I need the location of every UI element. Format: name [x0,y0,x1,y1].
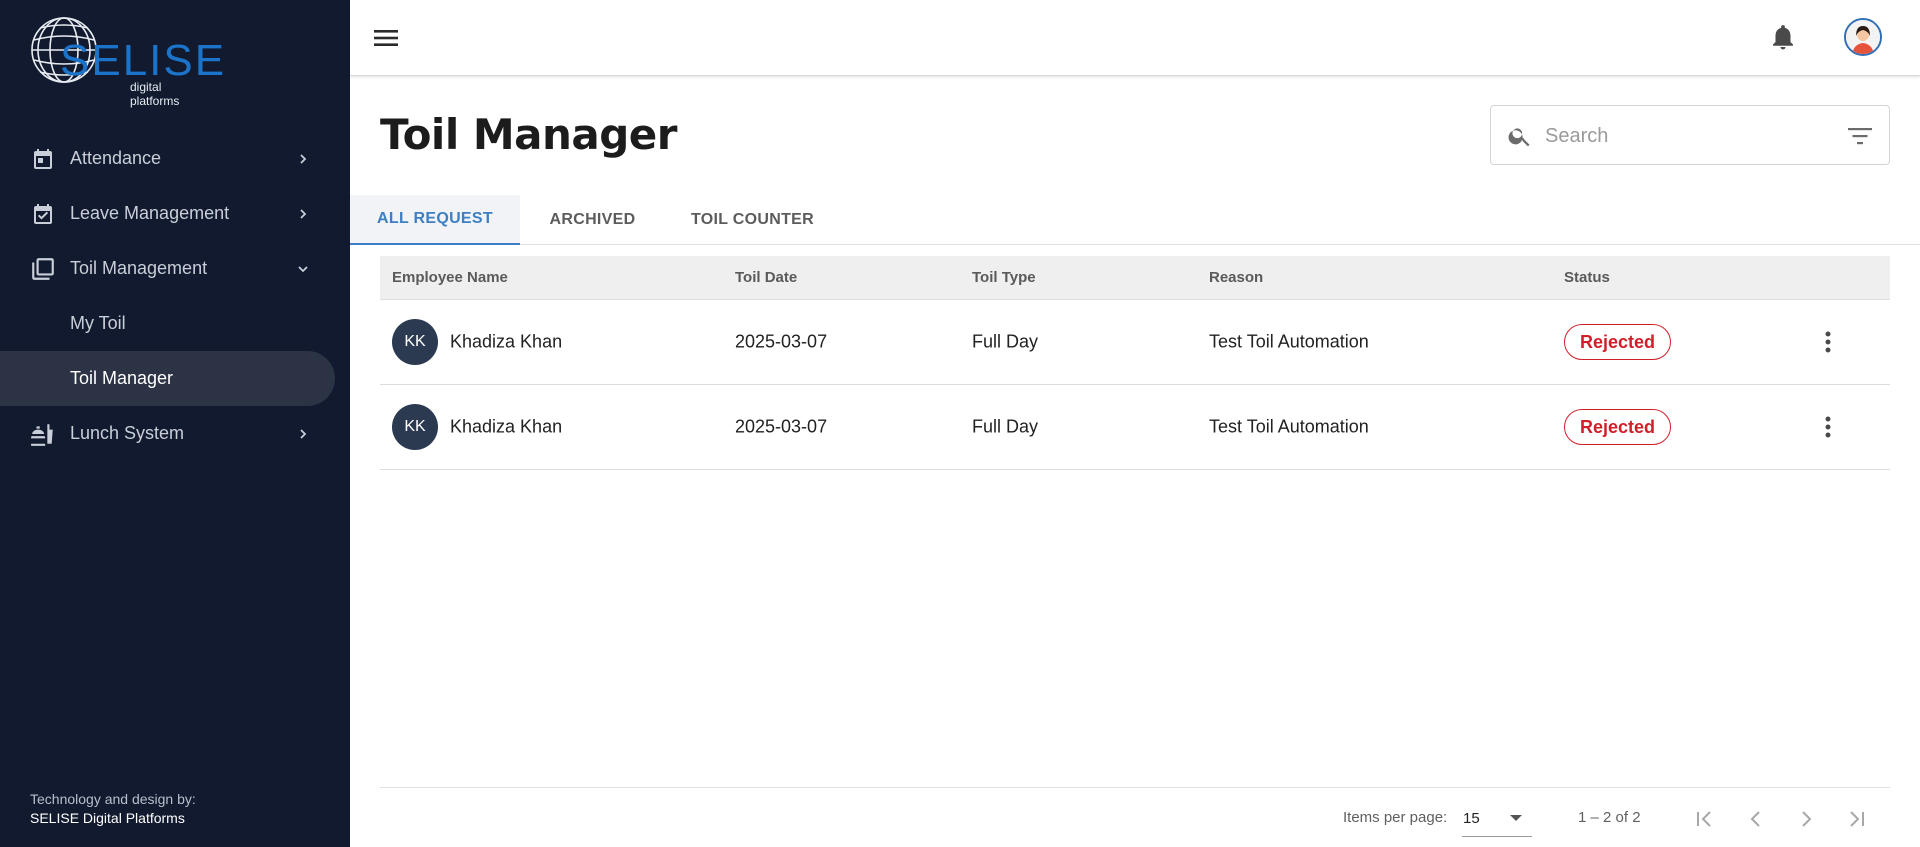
calendar-check-icon [30,201,56,227]
sidebar-item-my-toil[interactable]: My Toil [0,296,350,351]
status-badge: Rejected [1564,324,1672,360]
topbar [350,0,1920,76]
chevron-right-icon [296,427,310,441]
brand-name: SELISE [60,36,227,85]
employee-name: Khadiza Khan [450,416,563,437]
sidebar-item-leave-management[interactable]: Leave Management [0,186,350,241]
bell-icon[interactable] [1768,22,1798,52]
search-box [1490,105,1890,165]
credit: Technology and design by: SELISE Digital… [30,790,196,828]
logo[interactable]: SELISE digital platforms [30,14,224,108]
sidebar-item-attendance[interactable]: Attendance [0,131,350,186]
items-per-page-label: Items per page: [1343,809,1448,826]
previous-page-icon[interactable] [1741,804,1771,834]
toil-type: Full Day [972,331,1039,352]
sidebar-item-toil-management[interactable]: Toil Management [0,241,350,296]
first-page-icon[interactable] [1690,804,1720,834]
toil-date: 2025-03-07 [735,331,828,352]
column-status[interactable]: Status [1564,269,1610,286]
sidebar-item-label: Attendance [70,148,162,168]
table-row[interactable]: KK Khadiza Khan 2025-03-07 Full Day Test… [380,385,1890,470]
toil-table: Employee Name Toil Date Toil Type Reason… [380,256,1890,470]
toil-type: Full Day [972,416,1039,437]
table-row[interactable]: KK Khadiza Khan 2025-03-07 Full Day Test… [380,300,1890,385]
status-badge: Rejected [1564,409,1672,445]
table-header: Employee Name Toil Date Toil Type Reason… [380,256,1890,300]
more-vert-icon[interactable] [1816,412,1840,442]
search-input[interactable] [1545,118,1825,154]
tab-toil-counter[interactable]: TOIL COUNTER [665,195,840,245]
library-icon [30,256,56,282]
more-vert-icon[interactable] [1816,327,1840,357]
tab-archived[interactable]: ARCHIVED [520,195,665,245]
tabs: ALL REQUEST ARCHIVED TOIL COUNTER [350,195,1920,245]
avatar: KK [392,404,438,450]
page-title: Toil Manager [380,110,677,159]
search-icon [1507,123,1533,149]
column-toil-date[interactable]: Toil Date [735,269,797,286]
chevron-down-icon [296,262,310,276]
next-page-icon[interactable] [1791,804,1821,834]
dropdown-arrow-icon [1510,815,1522,821]
items-per-page-value: 15 [1463,810,1480,827]
sidebar: SELISE digital platforms Attendance Leav… [0,0,350,847]
last-page-icon[interactable] [1841,804,1871,834]
column-toil-type[interactable]: Toil Type [972,269,1036,286]
reason: Test Toil Automation [1209,331,1369,352]
column-employee-name[interactable]: Employee Name [392,269,508,286]
food-icon [30,421,56,447]
sidebar-item-lunch-system[interactable]: Lunch System [0,406,350,461]
credit-company: SELISE Digital Platforms [30,810,185,826]
column-reason[interactable]: Reason [1209,269,1263,286]
chevron-right-icon [296,207,310,221]
avatar: KK [392,319,438,365]
sidebar-item-label: Lunch System [70,423,185,443]
toil-date: 2025-03-07 [735,416,828,437]
sidebar-item-label: Toil Management [70,258,208,278]
menu-icon[interactable] [372,26,400,50]
items-per-page-select[interactable]: 15 [1462,803,1532,837]
sidebar-item-label: Leave Management [70,203,230,223]
filter-icon[interactable] [1847,125,1873,147]
credit-line: Technology and design by: [30,791,196,807]
footer-divider [380,787,1890,788]
chevron-right-icon [296,152,310,166]
sidebar-item-toil-manager[interactable]: Toil Manager [0,351,335,406]
calendar-icon [30,146,56,172]
sidebar-nav: Attendance Leave Management Toil Managem… [0,131,350,461]
tab-all-request[interactable]: ALL REQUEST [350,195,520,245]
employee-name: Khadiza Khan [450,331,563,352]
brand-tagline: digital platforms [130,80,180,108]
user-avatar[interactable] [1844,18,1882,56]
reason: Test Toil Automation [1209,416,1369,437]
pagination-range: 1 – 2 of 2 [1578,809,1641,826]
